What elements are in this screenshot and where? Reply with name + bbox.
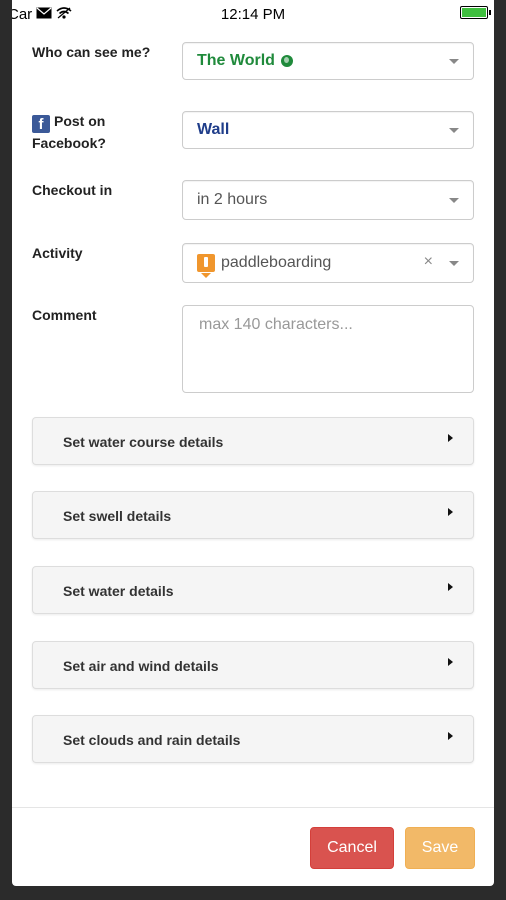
caret-right-icon xyxy=(448,434,453,442)
panel-water-course[interactable]: Set water course details xyxy=(32,417,474,465)
panel-title: Set air and wind details xyxy=(63,658,219,674)
save-button[interactable]: Save xyxy=(405,827,475,869)
facebook-select[interactable]: Wall xyxy=(182,111,474,149)
panel-title: Set water details xyxy=(63,583,174,599)
caret-right-icon xyxy=(448,658,453,666)
panel-swell[interactable]: Set swell details xyxy=(32,491,474,539)
comment-row: Comment max 140 characters... xyxy=(32,305,476,395)
activity-row: Activity paddleboarding × xyxy=(32,243,476,283)
checkout-value: in 2 hours xyxy=(197,191,268,208)
checkout-row: Checkout in in 2 hours xyxy=(32,180,476,220)
panel-title: Set water course details xyxy=(63,434,224,450)
checkout-label: Checkout in xyxy=(32,182,113,198)
activity-value-wrap: paddleboarding xyxy=(183,254,332,278)
activity-select[interactable]: paddleboarding × xyxy=(182,243,474,283)
caret-right-icon xyxy=(448,732,453,740)
facebook-label-wrap: f Post on Facebook? xyxy=(32,111,152,154)
visibility-value-wrap: The World xyxy=(183,52,293,70)
panel-air-wind[interactable]: Set air and wind details xyxy=(32,641,474,689)
cancel-button[interactable]: Cancel xyxy=(310,827,394,869)
chevron-down-icon xyxy=(449,261,459,266)
facebook-icon: f xyxy=(32,115,50,133)
activity-label: Activity xyxy=(32,245,83,261)
facebook-value: Wall xyxy=(197,121,230,138)
visibility-value: The World xyxy=(197,52,275,69)
status-time: 12:14 PM xyxy=(220,6,286,23)
chevron-down-icon xyxy=(449,128,459,133)
panel-clouds-rain[interactable]: Set clouds and rain details xyxy=(32,715,474,763)
facebook-row: f Post on Facebook? Wall xyxy=(32,111,476,157)
visibility-label: Who can see me? xyxy=(32,44,151,60)
status-bar: Car 12:14 PM xyxy=(12,0,494,28)
panel-title: Set swell details xyxy=(63,508,172,524)
activity-value: paddleboarding xyxy=(221,254,332,271)
caret-right-icon xyxy=(448,508,453,516)
checkout-select[interactable]: in 2 hours xyxy=(182,180,474,220)
battery-fill xyxy=(462,8,486,17)
app-screen: Car 12:14 PM Who can see me? The World f… xyxy=(12,0,494,886)
visibility-row: Who can see me? The World xyxy=(32,42,476,88)
comment-label: Comment xyxy=(32,307,97,323)
globe-icon xyxy=(280,55,293,67)
chevron-down-icon xyxy=(449,59,459,64)
panel-water[interactable]: Set water details xyxy=(32,566,474,614)
paddleboarding-icon xyxy=(197,254,215,278)
footer-divider xyxy=(12,807,494,808)
comment-textarea[interactable]: max 140 characters... xyxy=(182,305,474,393)
panel-title: Set clouds and rain details xyxy=(63,732,241,748)
battery-icon xyxy=(460,6,491,19)
clear-icon[interactable]: × xyxy=(424,253,433,271)
chevron-down-icon xyxy=(449,198,459,203)
caret-right-icon xyxy=(448,583,453,591)
visibility-select[interactable]: The World xyxy=(182,42,474,80)
